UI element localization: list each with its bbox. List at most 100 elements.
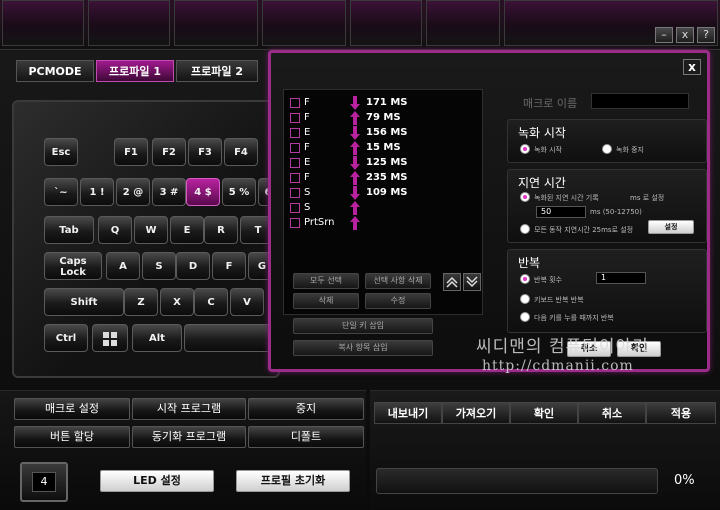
entry-checkbox[interactable] [290,188,300,198]
progress-bar [376,468,658,494]
key-v[interactable]: V [230,288,264,316]
delete-selected-button[interactable]: 선택 사항 삭제 [365,273,431,289]
repeat-count-radio[interactable] [520,274,530,284]
export-button[interactable]: 내보내기 [374,402,442,424]
delay-recorded-radio[interactable] [520,192,530,202]
repeat-toggle-radio[interactable] [520,312,530,322]
entry-checkbox[interactable] [290,158,300,168]
record-start-radio[interactable] [520,144,530,154]
insert-single-key-button[interactable]: 단일 키 삽입 [293,318,433,334]
macro-entry-row[interactable]: F 235 MS [290,171,480,185]
tab-profile-2[interactable]: 프로파일 2 [176,60,258,82]
default-button[interactable]: 디폴트 [248,426,364,448]
apply-button[interactable]: 적용 [646,402,716,424]
key-5[interactable]: 5 % [222,178,256,206]
close-button[interactable]: x [676,27,694,43]
key-4[interactable]: 4 $ [186,178,220,206]
minimize-button[interactable]: – [655,27,673,43]
entry-checkbox[interactable] [290,218,300,228]
macro-entry-row[interactable]: PrtSrn [290,216,480,230]
stop-button[interactable]: 중지 [248,398,364,420]
macro-entry-row[interactable]: S 109 MS [290,186,480,200]
key-x[interactable]: X [160,288,194,316]
macro-entry-row[interactable]: F 15 MS [290,141,480,155]
macro-entry-row[interactable]: F 171 MS [290,96,480,110]
macro-entry-row[interactable]: E 156 MS [290,126,480,140]
sync-program-button[interactable]: 동기화 프로그램 [132,426,246,448]
key-esc[interactable]: Esc [44,138,78,166]
key-f2[interactable]: F2 [152,138,186,166]
windows-icon [103,332,117,346]
edit-button[interactable]: 수정 [365,293,431,309]
key-tilde[interactable]: `~ [44,178,78,206]
help-button[interactable]: ? [697,27,715,43]
key-f4[interactable]: F4 [224,138,258,166]
repeat-count-input[interactable]: 1 [596,272,646,284]
entry-key-label: S [304,202,311,213]
macro-close-button[interactable]: x [683,59,701,75]
move-up-button[interactable] [443,273,461,291]
led-setting-button[interactable]: LED 설정 [100,470,214,492]
macro-name-input[interactable] [591,93,689,109]
key-ctrl[interactable]: Ctrl [44,324,88,352]
key-tab[interactable]: Tab [44,216,94,244]
entry-checkbox[interactable] [290,203,300,213]
button-assign-button[interactable]: 버튼 할당 [14,426,130,448]
delay-value-input[interactable]: 50 [536,206,586,218]
repeat-count-label: 반복 횟수 [534,276,562,284]
insert-copy-button[interactable]: 복사 항목 삽입 [293,340,433,356]
profile-reset-button[interactable]: 프로필 초기화 [236,470,350,492]
key-f[interactable]: F [212,252,246,280]
key-windows[interactable] [92,324,128,352]
start-program-button[interactable]: 시작 프로그램 [132,398,246,420]
top-deco-cell [88,0,170,46]
macro-setting-button[interactable]: 매크로 설정 [14,398,130,420]
macro-entry-row[interactable]: F 79 MS [290,111,480,125]
entry-checkbox[interactable] [290,113,300,123]
key-s[interactable]: S [142,252,176,280]
import-button[interactable]: 가져오기 [442,402,510,424]
move-down-button[interactable] [463,273,481,291]
key-a[interactable]: A [106,252,140,280]
key-q[interactable]: Q [98,216,132,244]
entry-checkbox[interactable] [290,98,300,108]
select-all-button[interactable]: 모두 선택 [293,273,359,289]
key-c[interactable]: C [194,288,228,316]
key-space[interactable] [184,324,276,352]
key-f3[interactable]: F3 [188,138,222,166]
arrow-up-icon [350,141,360,155]
cancel-button[interactable]: 취소 [578,402,646,424]
key-z[interactable]: Z [124,288,158,316]
delay-range-label: ms (50-12750) [590,208,642,216]
key-w[interactable]: W [134,216,168,244]
apply-confirm-button[interactable]: 확인 [510,402,578,424]
key-2[interactable]: 2 @ [116,178,150,206]
top-deco-cell [174,0,258,46]
entry-checkbox[interactable] [290,143,300,153]
key-alt[interactable]: Alt [132,324,182,352]
tab-pcmode[interactable]: PCMODE [16,60,94,82]
delay-fixed-radio[interactable] [520,224,530,234]
key-capslock[interactable]: Caps Lock [44,252,102,280]
keyboard-panel: Esc F1 F2 F3 F4 `~ 1 ! 2 @ 3 # 4 $ 5 % 6… [12,100,280,378]
top-deco-cell [262,0,346,46]
macro-entry-row[interactable]: E 125 MS [290,156,480,170]
delay-set-button[interactable]: 설정 [648,220,694,234]
entry-checkbox[interactable] [290,128,300,138]
key-d[interactable]: D [176,252,210,280]
macro-entry-row[interactable]: S [290,201,480,215]
key-f1[interactable]: F1 [114,138,148,166]
delete-button[interactable]: 삭제 [293,293,359,309]
entry-checkbox[interactable] [290,173,300,183]
tab-profile-1[interactable]: 프로파일 1 [96,60,174,82]
key-1[interactable]: 1 ! [80,178,114,206]
entry-delay-label: 125 MS [366,157,408,168]
key-shift[interactable]: Shift [44,288,124,316]
entry-delay-label: 15 MS [366,142,401,153]
key-e[interactable]: E [170,216,204,244]
record-title: 녹화 시작 [518,126,566,140]
key-r[interactable]: R [204,216,238,244]
repeat-hold-radio[interactable] [520,294,530,304]
key-3[interactable]: 3 # [152,178,186,206]
record-stop-radio[interactable] [602,144,612,154]
